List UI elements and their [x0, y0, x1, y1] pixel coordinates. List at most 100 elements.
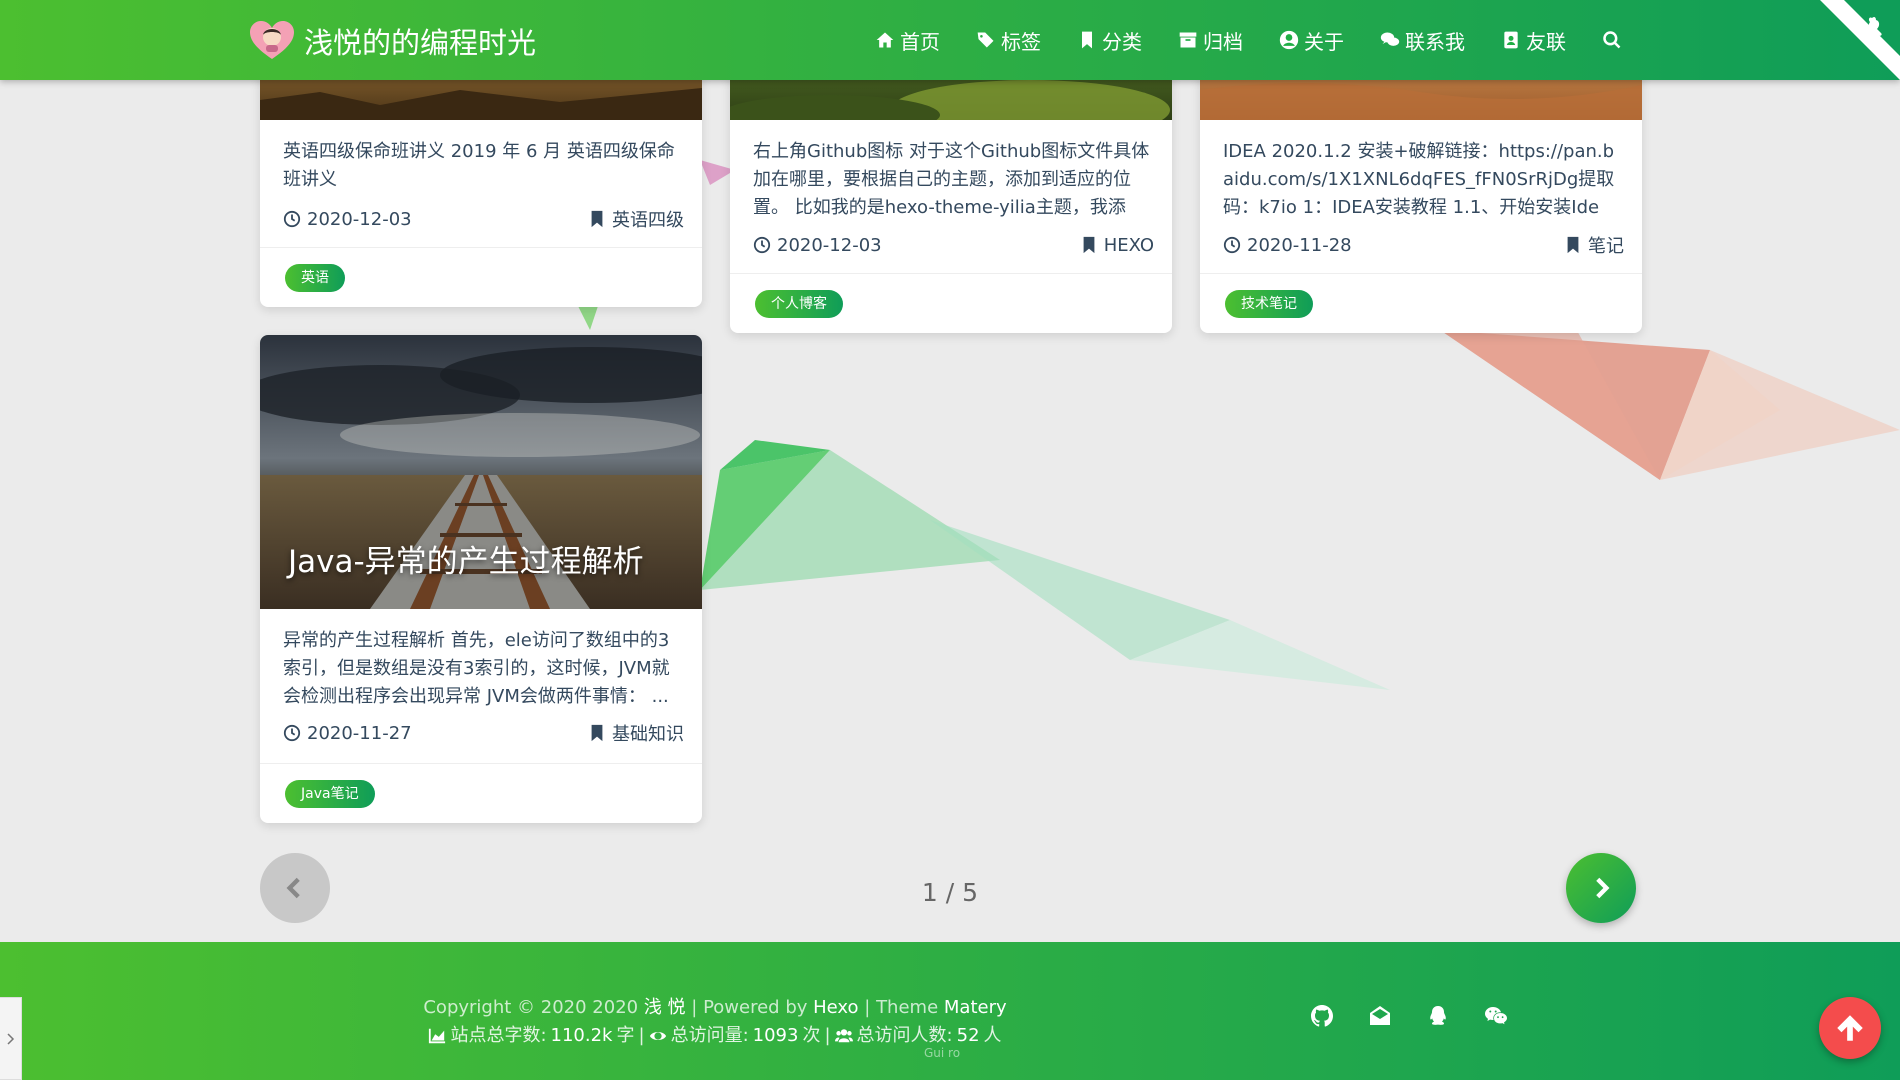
- copyright-text: Copyright © 2020 2020: [423, 997, 639, 1018]
- powered-by-text: Powered by: [703, 997, 808, 1018]
- chevron-left-icon: [286, 877, 300, 899]
- next-page-button[interactable]: [1566, 853, 1636, 923]
- qq-icon[interactable]: [1426, 1004, 1450, 1028]
- visits-label: 总访问量:: [670, 1025, 749, 1046]
- word-count-value: 110.2k: [550, 1025, 613, 1046]
- post-meta: 2020-11-28 笔记: [1223, 231, 1624, 259]
- post-tag[interactable]: 个人博客: [755, 290, 843, 318]
- nav-item-friends[interactable]: 友联: [1501, 26, 1566, 55]
- post-date-text: 2020-12-03: [777, 234, 882, 256]
- nav-item-label: 分类: [1102, 29, 1142, 54]
- footer-small-text: Gui ro: [924, 1046, 961, 1060]
- card-divider: [730, 273, 1172, 274]
- nav-item-label: 联系我: [1405, 29, 1465, 54]
- post-date-text: 2020-11-27: [307, 722, 412, 744]
- post-title[interactable]: Java-异常的产生过程解析: [288, 536, 644, 581]
- chevron-right-icon: [6, 1032, 14, 1045]
- nav-item-label: 友联: [1526, 29, 1566, 54]
- brand[interactable]: 浅悦的的编程时光: [250, 20, 536, 62]
- back-to-top-button[interactable]: [1819, 997, 1881, 1059]
- post-summary: IDEA 2020.1.2 安装+破解链接：https://pan.baidu.…: [1223, 141, 1615, 218]
- arrow-up-icon: [1837, 1015, 1863, 1041]
- visitors-unit: 人: [983, 1025, 1002, 1046]
- post-date-text: 2020-12-03: [307, 208, 412, 230]
- post-summary: 异常的产生过程解析 首先，ele访问了数组中的3索引，但是数组是没有3索引的，这…: [283, 630, 670, 707]
- users-icon: [834, 1029, 853, 1043]
- prev-page-button[interactable]: [260, 853, 330, 923]
- post-tag[interactable]: 英语: [285, 264, 345, 292]
- post-summary: 英语四级保命班讲义 2019 年 6 月 英语四级保命班讲义: [283, 141, 675, 190]
- home-icon: [876, 32, 894, 48]
- post-summary: 右上角Github图标 对于这个Github图标文件具体加在哪里，要根据自己的主…: [753, 141, 1150, 218]
- post-category[interactable]: 基础知识: [588, 720, 684, 746]
- social-links: [1310, 1004, 1508, 1028]
- nav-item-label: 关于: [1304, 29, 1344, 54]
- nav-item-about[interactable]: 关于: [1279, 26, 1344, 55]
- github-corner-icon[interactable]: [1820, 0, 1900, 80]
- bookmark-icon: [591, 210, 603, 228]
- tags-icon: [977, 32, 994, 48]
- post-date: 2020-11-27: [283, 723, 412, 744]
- post-category[interactable]: HEXO: [1080, 235, 1154, 256]
- post-category[interactable]: 笔记: [1564, 232, 1624, 258]
- visits-value: 1093: [752, 1025, 799, 1046]
- post-category-text: 英语四级: [612, 210, 684, 231]
- nav-item-archives[interactable]: 归档: [1178, 26, 1243, 55]
- post-tag[interactable]: 技术笔记: [1225, 290, 1313, 318]
- post-date: 2020-11-28: [1223, 235, 1352, 256]
- post-meta: 2020-12-03 HEXO: [753, 231, 1154, 259]
- site-title: 浅悦的的编程时光: [304, 26, 537, 60]
- theme-label: Theme: [876, 997, 939, 1018]
- bookmark-icon: [591, 724, 603, 742]
- post-category[interactable]: 英语四级: [588, 206, 684, 232]
- nav-item-label: 标签: [1001, 29, 1041, 54]
- post-meta: 2020-11-27 基础知识: [283, 719, 684, 747]
- post-category-text: 基础知识: [612, 724, 684, 745]
- card-divider: [1200, 273, 1642, 274]
- bookmark-icon: [1567, 236, 1579, 254]
- wechat-icon[interactable]: [1484, 1004, 1508, 1028]
- visits-unit: 次: [802, 1025, 821, 1046]
- card-divider: [260, 763, 702, 764]
- post-meta: 2020-12-03 英语四级: [283, 205, 684, 233]
- clock-icon: [283, 210, 301, 228]
- nav-item-contact[interactable]: 联系我: [1380, 26, 1465, 55]
- user-circle-icon: [1279, 30, 1299, 50]
- card-divider: [260, 247, 702, 248]
- eye-icon: [649, 1031, 666, 1041]
- sidebar-toggle-button[interactable]: [0, 997, 22, 1080]
- nav-item-label: 归档: [1203, 29, 1243, 54]
- archive-icon: [1179, 32, 1197, 48]
- post-date: 2020-12-03: [753, 235, 882, 256]
- hexo-link[interactable]: Hexo: [813, 997, 858, 1018]
- post-category-text: 笔记: [1588, 236, 1624, 257]
- footer-stats: 站点总字数: 110.2k 字 | 总访问量: 1093 次 | 总访问人数: …: [300, 1022, 1130, 1050]
- top-navbar: 浅悦的的编程时光 首页 标签 分类 归档 关于 联系我 友联: [0, 0, 1900, 80]
- post-tag[interactable]: Java笔记: [285, 780, 375, 808]
- search-icon: [1603, 31, 1621, 49]
- post-category-text: HEXO: [1103, 234, 1154, 256]
- comments-icon: [1380, 32, 1400, 46]
- post-card[interactable]: Java-异常的产生过程解析 异常的产生过程解析 首先，ele访问了数组中的3索…: [260, 335, 702, 823]
- word-count-unit: 字: [616, 1025, 635, 1046]
- theme-link[interactable]: Matery: [944, 997, 1007, 1018]
- nav-item-tags[interactable]: 标签: [976, 26, 1041, 55]
- word-count-label: 站点总字数:: [450, 1025, 547, 1046]
- footer-copyright: Copyright © 2020 2020 浅 悦 | Powered by H…: [423, 997, 1007, 1018]
- footer: Copyright © 2020 2020 浅 悦 | Powered by H…: [0, 942, 1900, 1080]
- nav-item-home[interactable]: 首页: [875, 26, 940, 55]
- clock-icon: [753, 236, 771, 254]
- envelope-open-icon[interactable]: [1368, 1004, 1392, 1028]
- clock-icon: [1223, 236, 1241, 254]
- search-button[interactable]: [1602, 30, 1622, 50]
- heart-avatar-logo: [250, 21, 294, 59]
- post-date: 2020-12-03: [283, 209, 412, 230]
- clock-icon: [283, 724, 301, 742]
- bookmark-icon: [1082, 31, 1092, 49]
- nav-item-categories[interactable]: 分类: [1077, 26, 1142, 55]
- bookmark-icon: [1083, 236, 1095, 254]
- github-icon[interactable]: [1310, 1004, 1334, 1028]
- nav-menu: 首页 标签 分类 归档 关于 联系我 友联: [839, 0, 1622, 80]
- author-link[interactable]: 浅 悦: [644, 997, 686, 1018]
- post-date-text: 2020-11-28: [1247, 234, 1352, 256]
